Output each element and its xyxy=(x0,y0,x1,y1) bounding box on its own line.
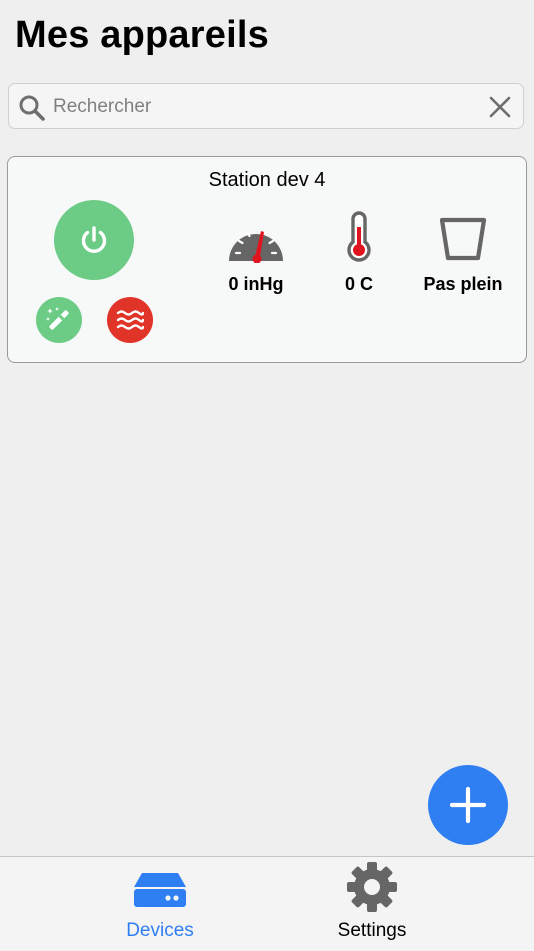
temperature-value: 0 C xyxy=(344,274,373,294)
heat-waves-icon xyxy=(116,310,144,330)
gear-icon xyxy=(347,862,397,912)
magic-wand-button[interactable] xyxy=(36,297,82,343)
server-icon xyxy=(134,873,186,907)
magic-wand-icon xyxy=(46,307,69,330)
power-icon xyxy=(81,226,107,253)
tab-devices-label: Devices xyxy=(126,920,194,941)
search-input[interactable] xyxy=(53,92,473,122)
tank-status: Pas plein xyxy=(423,274,503,294)
thermometer-icon xyxy=(342,211,376,263)
tab-settings[interactable]: Settings xyxy=(292,857,452,951)
search-icon xyxy=(19,95,45,121)
tab-devices[interactable]: Devices xyxy=(80,857,240,951)
search-bar[interactable] xyxy=(8,83,524,129)
device-card[interactable]: Station dev 4 0 inHg 0 C Pas plein xyxy=(7,156,527,363)
tab-bar: Devices Settings xyxy=(0,856,534,950)
tab-settings-label: Settings xyxy=(337,920,407,941)
device-name: Station dev 4 xyxy=(208,169,326,191)
gauge-icon xyxy=(227,217,285,263)
plus-icon xyxy=(449,786,487,824)
add-device-button[interactable] xyxy=(428,765,508,845)
power-button[interactable] xyxy=(54,200,134,280)
bucket-icon xyxy=(438,217,488,261)
close-icon[interactable] xyxy=(488,95,512,119)
heat-button[interactable] xyxy=(107,297,153,343)
pressure-value: 0 inHg xyxy=(228,274,284,294)
page-title: Mes appareils xyxy=(15,14,269,56)
